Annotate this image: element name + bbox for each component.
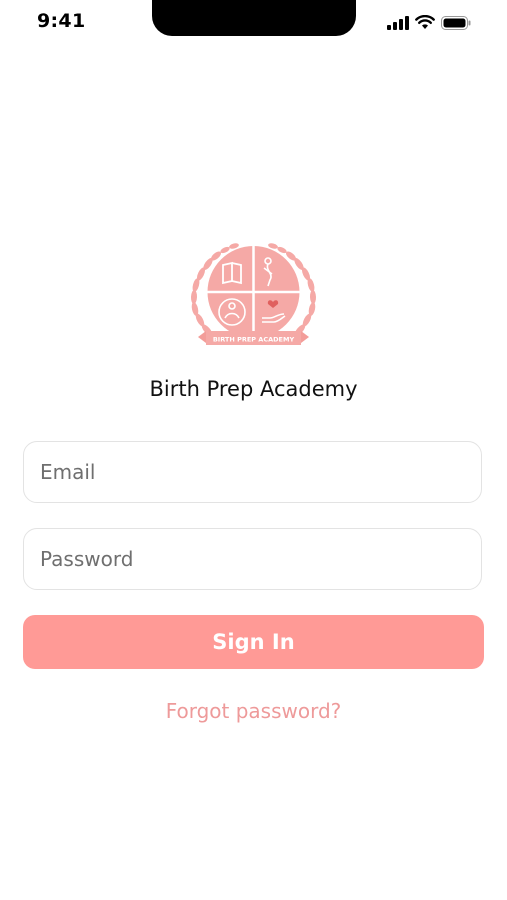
- password-field[interactable]: [23, 528, 482, 590]
- status-time: 9:41: [37, 10, 86, 32]
- app-logo: BIRTH PREP ACADEMY: [188, 234, 319, 358]
- battery-icon: [441, 15, 471, 30]
- device-notch: [152, 0, 356, 36]
- cellular-signal-icon: [387, 15, 409, 30]
- wifi-icon: [415, 15, 435, 30]
- forgot-password-link[interactable]: Forgot password?: [0, 699, 507, 723]
- status-bar: 9:41: [0, 0, 507, 48]
- app-title: Birth Prep Academy: [149, 377, 358, 401]
- logo-banner-text: BIRTH PREP ACADEMY: [213, 336, 295, 344]
- email-field[interactable]: [23, 441, 482, 503]
- sign-in-button[interactable]: Sign In: [23, 615, 484, 669]
- status-icons: [387, 15, 471, 30]
